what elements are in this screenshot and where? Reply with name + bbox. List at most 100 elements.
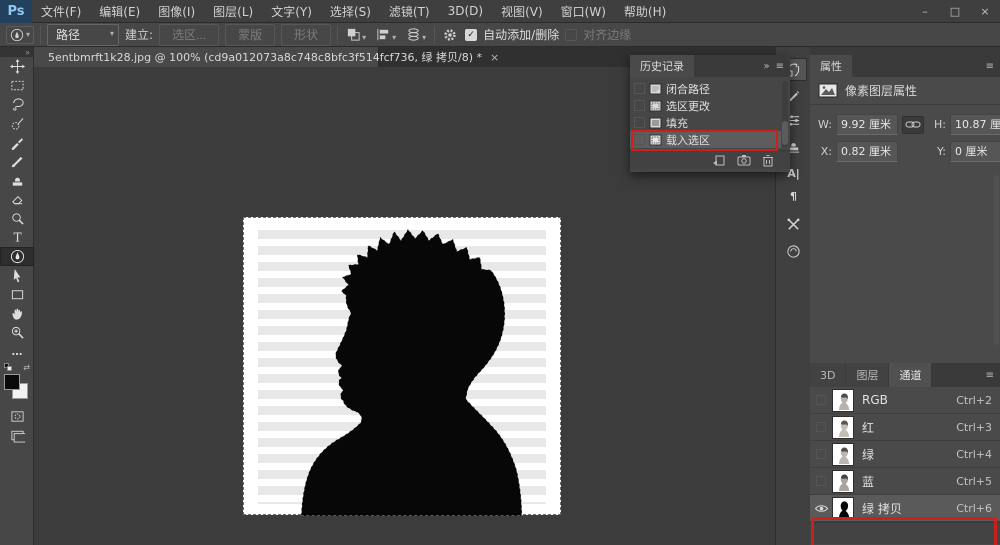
visibility-cell[interactable] — [810, 476, 832, 486]
height-field[interactable]: 10.87 厘米 — [950, 114, 1000, 135]
canvas-area[interactable]: 历史记录 » ≡ 闭合路径 选区更改 — [34, 67, 775, 545]
visibility-cell[interactable] — [810, 395, 832, 405]
properties-tab[interactable]: 属性 — [810, 55, 852, 77]
type-tool[interactable]: T — [0, 228, 34, 247]
history-scrollbar-thumb[interactable] — [782, 121, 788, 145]
clone-stamp-tool[interactable] — [0, 171, 34, 190]
panel-navigator-button[interactable] — [780, 240, 807, 263]
visibility-cell[interactable] — [810, 449, 832, 459]
move-tool[interactable] — [0, 57, 34, 76]
maximize-button[interactable]: □ — [940, 0, 970, 23]
eraser-tool[interactable] — [0, 190, 34, 209]
menu-view[interactable]: 视图(V) — [492, 3, 552, 20]
tab-close-icon[interactable]: × — [490, 51, 499, 64]
eyedropper-tool[interactable] — [0, 133, 34, 152]
new-document-from-state-icon[interactable] — [712, 154, 726, 167]
marquee-tool[interactable] — [0, 76, 34, 95]
quick-selection-tool[interactable] — [0, 114, 34, 133]
menu-filter[interactable]: 滤镜(T) — [380, 3, 439, 20]
zoom-tool[interactable] — [0, 323, 34, 342]
width-field[interactable]: 9.92 厘米 — [836, 114, 898, 135]
screen-mode-icon — [10, 428, 25, 443]
visibility-cell[interactable] — [810, 504, 832, 513]
height-label: H: — [930, 118, 946, 131]
menu-window[interactable]: 窗口(W) — [552, 3, 615, 20]
pixel-layer-icon — [818, 83, 838, 98]
tab-3d[interactable]: 3D — [810, 363, 845, 387]
screen-mode-button[interactable] — [0, 426, 34, 445]
link-dimensions-button[interactable] — [902, 116, 924, 134]
panel-paragraph-button[interactable]: ¶ — [780, 185, 807, 208]
snapshot-camera-icon[interactable] — [737, 154, 751, 166]
menu-select[interactable]: 选择(S) — [321, 3, 380, 20]
move-icon — [10, 59, 25, 74]
pick-tool-mode-select[interactable]: 路径 ▾ — [47, 24, 119, 46]
menu-3d[interactable]: 3D(D) — [439, 4, 492, 18]
swap-colors-icon[interactable]: ⇄ — [23, 363, 30, 372]
history-tab[interactable]: 历史记录 — [630, 55, 694, 77]
foreground-color-swatch[interactable] — [4, 374, 20, 390]
lasso-tool[interactable] — [0, 95, 34, 114]
empty-eye-well — [816, 422, 826, 432]
menu-layer[interactable]: 图层(L) — [204, 3, 262, 20]
panel-menu-icon[interactable]: ≡ — [776, 61, 784, 72]
history-item-fill[interactable]: 填充 — [630, 114, 781, 131]
channel-row-rgb[interactable]: RGB Ctrl+2 — [810, 387, 1000, 414]
y-field[interactable]: 0 厘米 — [950, 141, 1000, 162]
history-item-close-path[interactable]: 闭合路径 — [630, 80, 781, 97]
menu-file[interactable]: 文件(F) — [32, 3, 90, 20]
make-mask-button[interactable]: 蒙版 — [225, 24, 275, 46]
panel-tool-presets-button[interactable] — [780, 213, 807, 236]
make-shape-button[interactable]: 形状 — [281, 24, 331, 46]
x-field[interactable]: 0.82 厘米 — [836, 141, 898, 162]
channel-row-green[interactable]: 绿 Ctrl+4 — [810, 441, 1000, 468]
tools-collapse-button[interactable]: » — [0, 47, 33, 57]
tools-panel: » T … ⇄ — [0, 47, 34, 545]
tool-preset-picker[interactable]: ▾ — [6, 26, 34, 44]
hand-tool[interactable] — [0, 304, 34, 323]
path-operations-button[interactable]: ▾ — [344, 26, 368, 43]
history-source-well[interactable] — [634, 100, 645, 111]
path-arrangement-button[interactable]: ▾ — [404, 26, 428, 43]
history-item-selection-change[interactable]: 选区更改 — [630, 97, 781, 114]
history-source-well[interactable] — [634, 117, 645, 128]
brush-tool[interactable] — [0, 152, 34, 171]
trash-icon[interactable] — [762, 154, 774, 167]
align-edges-checkbox[interactable] — [565, 29, 577, 41]
rectangle-tool[interactable] — [0, 285, 34, 304]
path-selection-tool[interactable] — [0, 266, 34, 285]
menu-image[interactable]: 图像(I) — [149, 3, 204, 20]
dodge-tool[interactable] — [0, 209, 34, 228]
collapse-panel-icon[interactable]: » — [763, 61, 769, 72]
make-selection-button[interactable]: 选区... — [159, 24, 219, 46]
menu-help[interactable]: 帮助(H) — [615, 3, 675, 20]
default-colors-icon[interactable] — [4, 363, 13, 372]
pen-tool[interactable] — [0, 247, 34, 266]
tab-layers[interactable]: 图层 — [846, 363, 888, 387]
gear-icon — [443, 28, 457, 42]
channel-row-red[interactable]: 红 Ctrl+3 — [810, 414, 1000, 441]
document-image[interactable] — [243, 217, 561, 515]
path-alignment-button[interactable]: ▾ — [374, 26, 398, 43]
panel-menu-icon[interactable]: ≡ — [986, 61, 994, 72]
panel-menu-icon[interactable]: ≡ — [986, 370, 994, 381]
menu-edit[interactable]: 编辑(E) — [90, 3, 149, 20]
channels-list: RGB Ctrl+2 红 Ctrl+3 绿 Ctrl+4 — [810, 387, 1000, 522]
menu-type[interactable]: 文字(Y) — [262, 3, 321, 20]
pen-settings-button[interactable] — [441, 27, 459, 43]
y-label: Y: — [930, 145, 946, 158]
channel-row-blue[interactable]: 蓝 Ctrl+5 — [810, 468, 1000, 495]
tab-channels[interactable]: 通道 — [889, 363, 931, 387]
minimize-button[interactable]: – — [910, 0, 940, 23]
chevron-down-icon: ▾ — [362, 33, 366, 42]
channel-thumbnail — [832, 443, 854, 466]
edit-toolbar-button[interactable]: … — [0, 342, 34, 361]
quick-mask-button[interactable] — [0, 407, 34, 426]
document-tab[interactable]: 5entbmrft1k28.jpg @ 100% (cd9a012073a8c7… — [34, 47, 379, 67]
history-source-well[interactable] — [634, 83, 645, 94]
close-button[interactable]: × — [970, 0, 1000, 23]
properties-scrollbar[interactable] — [994, 175, 999, 345]
auto-add-delete-checkbox[interactable]: ✓ — [465, 29, 477, 41]
color-swatches: ⇄ — [0, 363, 34, 407]
visibility-cell[interactable] — [810, 422, 832, 432]
